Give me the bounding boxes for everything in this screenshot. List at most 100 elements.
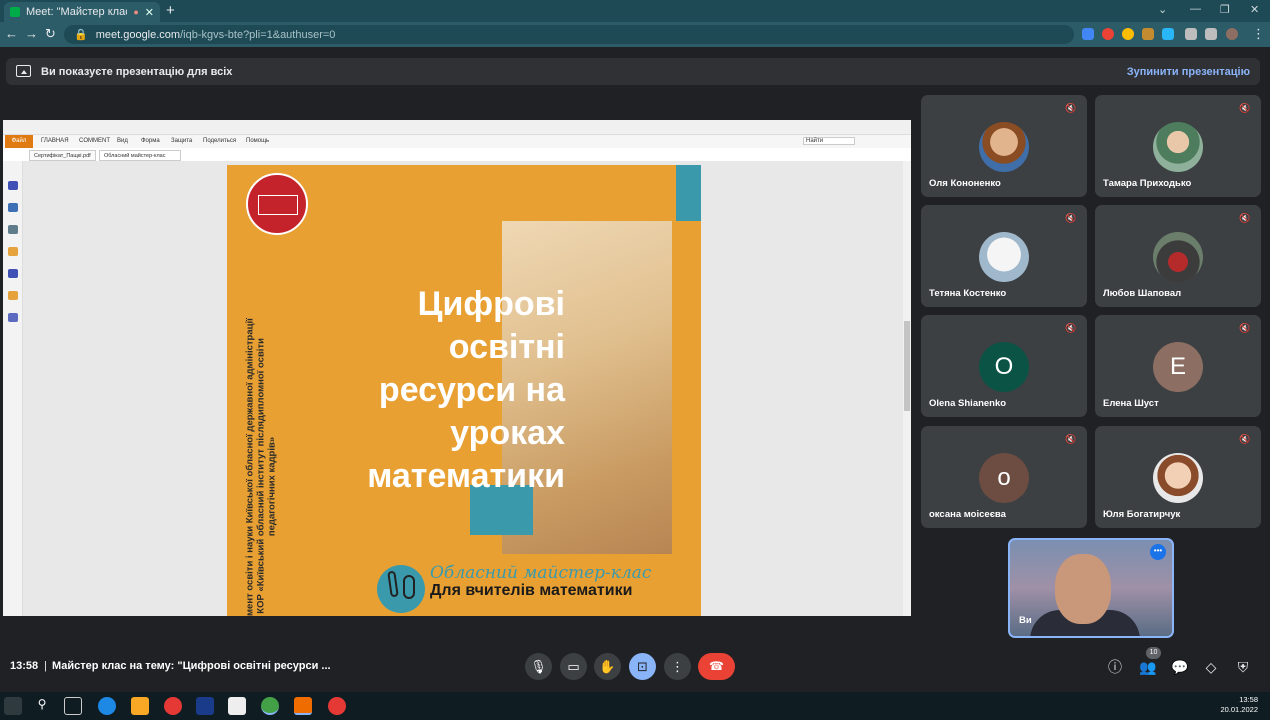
participant-name: Любов Шаповал [1103, 288, 1182, 299]
participant-tile[interactable]: 🔇 Любов Шаповал [1095, 205, 1261, 307]
activities-icon[interactable]: ◇ [1203, 659, 1219, 675]
camera-button[interactable]: ▭ [560, 653, 587, 680]
self-view-tile[interactable]: ••• Ви [1008, 538, 1174, 638]
signature-icon [8, 313, 18, 322]
clock-date: 20.01.2022 [1220, 705, 1258, 714]
edge-icon[interactable] [98, 697, 116, 715]
participant-name: оксана моісеєва [929, 509, 1006, 520]
more-options-button[interactable]: ⋮ [664, 653, 691, 680]
profile-avatar[interactable] [1226, 28, 1238, 40]
maximize-button[interactable]: ❐ [1220, 3, 1230, 16]
meeting-controls-bar: 13:58 | Майстер клас на тему: "Цифрові о… [0, 640, 1270, 692]
browser-tab-meet[interactable]: Meet: "Майстер клас на тем ● ✕ [4, 2, 160, 22]
pdf-ribbon-tab: COMMENT [79, 138, 110, 144]
start-icon[interactable] [4, 697, 22, 715]
extension-icon[interactable] [1082, 28, 1094, 40]
back-icon[interactable]: ← [5, 26, 18, 41]
institute-name-cont: педагогічних кадрів» [266, 436, 278, 537]
app-icon[interactable] [228, 697, 246, 715]
pdf-ribbon: Файл ГЛАВНАЯ COMMENT Вид Форма Защита По… [3, 135, 911, 148]
avatar [979, 122, 1029, 172]
recording-indicator-icon: ● [133, 7, 139, 17]
chrome-icon[interactable] [164, 697, 182, 715]
participant-tile[interactable]: 🔇 O Olena Shianenko [921, 315, 1087, 417]
file-explorer-icon[interactable] [131, 697, 149, 715]
tab-search-icon[interactable]: ⌄ [1158, 3, 1167, 16]
url-path: /iqb-kgvs-bte?pli=1&authuser=0 [180, 28, 336, 41]
close-tab-icon[interactable]: ✕ [145, 6, 154, 19]
extension-icon[interactable] [1142, 28, 1154, 40]
participant-tile[interactable]: 🔇 Юля Богатирчук [1095, 426, 1261, 528]
presentation-slide: Департамент освіти і науки Київської обл… [227, 165, 701, 616]
chrome-active-icon[interactable] [261, 697, 279, 715]
pdf-sidebar [3, 161, 23, 616]
self-label: Ви [1019, 615, 1032, 626]
foxit-reader-icon[interactable] [294, 697, 312, 715]
chrome-icon[interactable] [328, 697, 346, 715]
pdf-scrollbar [903, 161, 911, 616]
task-view-icon[interactable] [64, 697, 82, 715]
more-options-icon[interactable]: ••• [1150, 544, 1166, 560]
extension-icon[interactable] [1162, 28, 1174, 40]
clock-time: 13:58 [1239, 695, 1258, 704]
avatar [979, 232, 1029, 282]
avatar: Е [1153, 342, 1203, 392]
pages-icon [8, 203, 18, 212]
present-button[interactable]: ⊡ [629, 653, 656, 680]
stop-presenting-button[interactable]: Зупинити презентацію [1127, 66, 1250, 78]
chat-icon[interactable]: 💬 [1171, 659, 1188, 675]
pdf-search-field: Найти [803, 137, 855, 145]
meet-favicon-icon [10, 7, 20, 17]
pdf-window-title [3, 120, 911, 135]
department-name: Департамент освіти і науки Київської обл… [244, 318, 256, 616]
pencil-icon [387, 570, 399, 598]
raise-hand-button[interactable]: ✋ [594, 653, 621, 680]
participant-name: Юля Богатирчук [1103, 509, 1181, 520]
pdf-ribbon-tab: Форма [141, 138, 160, 144]
reload-icon[interactable]: ↻ [45, 26, 56, 42]
extension-icon[interactable] [1122, 28, 1134, 40]
slide-title: Цифрові освітні ресурси на уроках матема… [367, 285, 565, 495]
meeting-title: Майстер клас на тему: "Цифрові освітні р… [52, 660, 331, 672]
microphone-button[interactable]: 🎙 [525, 653, 552, 680]
new-tab-button[interactable]: + [166, 2, 175, 19]
self-video-face [1055, 554, 1111, 624]
participant-name: Елена Шуст [1103, 398, 1159, 409]
leave-call-button[interactable]: ☎ [698, 653, 735, 680]
math-tools-icon [377, 565, 425, 613]
minimize-button[interactable]: — [1190, 3, 1201, 15]
pdf-ribbon-tab: Поделиться [203, 138, 237, 144]
system-clock[interactable]: 13:58 20.01.2022 [1220, 695, 1258, 715]
participant-tile[interactable]: 🔇 о оксана моісеєва [921, 426, 1087, 528]
save-app-icon[interactable] [196, 697, 214, 715]
lock-icon: 🔒 [74, 29, 88, 41]
comments-icon [8, 247, 18, 256]
forward-icon[interactable]: → [25, 26, 38, 41]
hang-up-icon: ☎ [709, 659, 724, 673]
participant-tile[interactable]: 🔇 Е Елена Шуст [1095, 315, 1261, 417]
participant-tile[interactable]: 🔇 Тетяна Костенко [921, 205, 1087, 307]
close-window-button[interactable]: ✕ [1250, 3, 1259, 16]
address-bar[interactable]: 🔒 meet.google.com/iqb-kgvs-bte?pli=1&aut… [64, 25, 1074, 44]
participant-count-badge: 10 [1146, 647, 1161, 659]
layers-icon [8, 225, 18, 234]
extension-icon[interactable] [1102, 28, 1114, 40]
host-controls-icon[interactable]: ⛨ [1235, 659, 1251, 675]
reading-list-icon[interactable] [1205, 28, 1217, 40]
meeting-info-icon[interactable]: ⓘ [1107, 659, 1123, 675]
mic-muted-icon: 🔇 [1239, 323, 1251, 333]
extensions-puzzle-icon[interactable] [1185, 28, 1197, 40]
url-domain: meet.google.com [95, 28, 181, 41]
search-icon[interactable]: ⚲ [33, 697, 51, 715]
browser-toolbar: ← → ↻ 🔒 meet.google.com/iqb-kgvs-bte?pli… [0, 22, 1270, 47]
tab-title: Meet: "Майстер клас на тем [26, 6, 127, 18]
participant-tile[interactable]: 🔇 Тамара Приходько [1095, 95, 1261, 197]
participant-name: Оля Кононенко [929, 178, 1001, 189]
pdf-ribbon-tab: ГЛАВНАЯ [41, 138, 69, 144]
separator: | [44, 660, 47, 672]
people-icon[interactable]: 👥 [1139, 659, 1156, 675]
participant-name: Olena Shianenko [929, 398, 1007, 409]
browser-menu-icon[interactable]: ⋮ [1252, 26, 1265, 42]
participant-tile[interactable]: 🔇 Оля Кононенко [921, 95, 1087, 197]
presenting-banner: Ви показуєте презентацію для всіх Зупини… [6, 58, 1260, 85]
